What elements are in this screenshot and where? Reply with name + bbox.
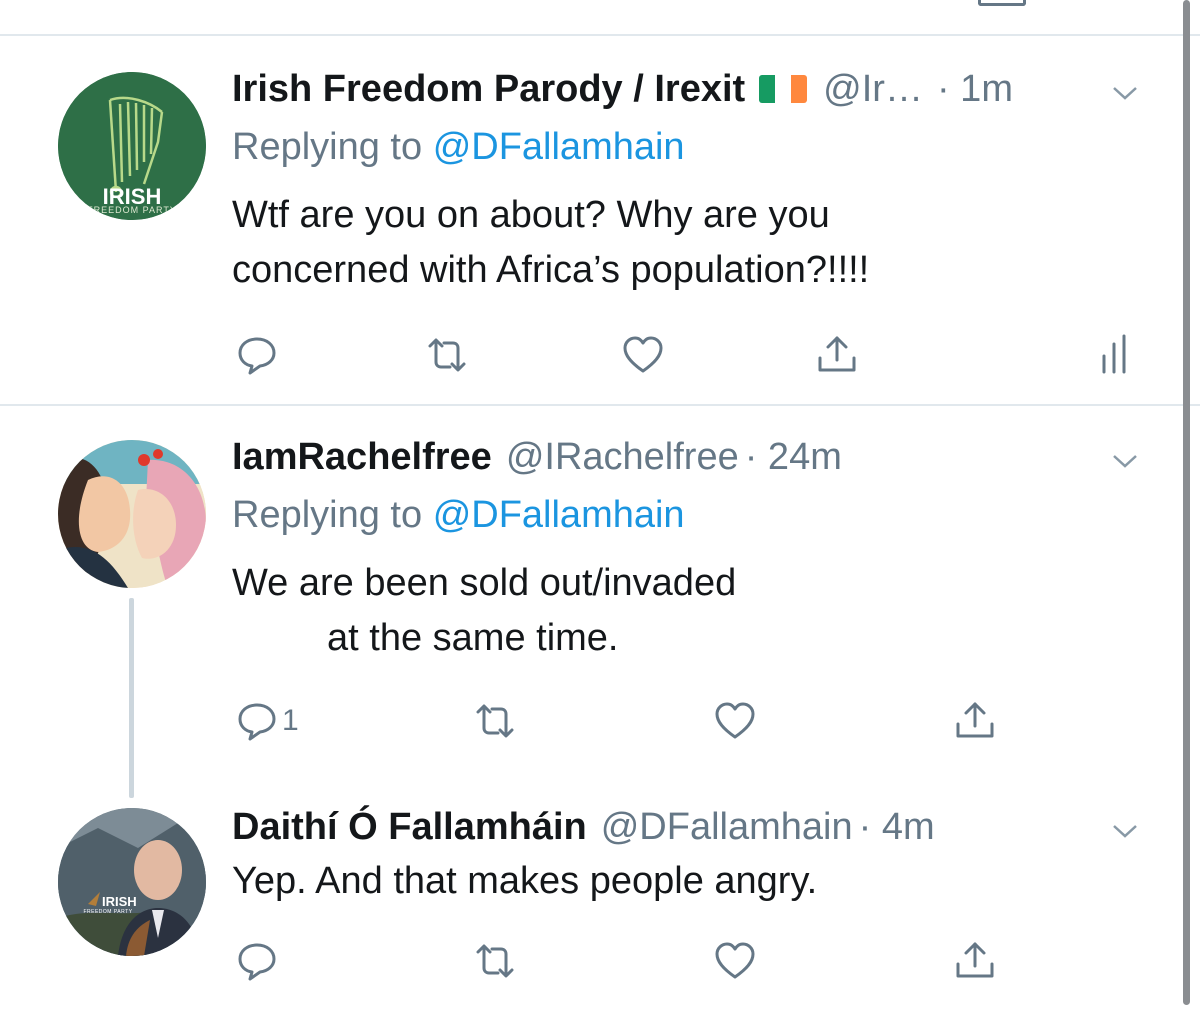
reply-button[interactable]: 1 [234,696,299,746]
heart-icon [715,942,755,979]
retweet-button[interactable] [472,936,518,986]
reply-button[interactable] [234,330,282,380]
share-button[interactable] [814,330,860,380]
timestamp[interactable]: · 1m [937,66,1013,112]
display-name[interactable]: Daithí Ó Fallamháin [232,804,587,850]
timestamp[interactable]: · 24m [745,434,842,480]
like-button[interactable] [712,936,758,986]
replying-to-label: Replying to [232,126,423,168]
avatar-logo-subtext: FREEDOM PARTY [83,909,133,915]
profile-photo-icon: IRISH [58,808,206,956]
chevron-down-icon[interactable] [1110,78,1140,108]
tweet-header: IamRachelfree @IRachelfree · 24m [232,434,1140,480]
reply-icon [238,703,276,741]
replying-to: Replying to @DFallamhain [232,124,1140,170]
avatar-logo-subtext: FREEDOM PARTY [87,205,177,215]
reply-icon [238,337,276,375]
handle[interactable]: @Ir… [823,66,923,112]
avatar[interactable] [58,440,206,588]
share-icon [956,702,994,738]
tweet-text: Wtf are you on about? Why are you concer… [232,194,870,291]
retweet-icon [476,944,514,978]
tweet-header: Daithí Ó Fallamháin @DFallamhain · 4m [232,804,1140,850]
share-button[interactable] [952,696,998,746]
tweet[interactable]: IRISH FREEDOM PARTY Irish Freedom Parody… [0,38,1200,404]
scrollbar[interactable] [1183,0,1190,1005]
like-button[interactable] [620,330,666,380]
share-icon [956,942,994,978]
previous-tweet-strip [0,0,1200,36]
tweet-content: Irish Freedom Parody / Irexit @Ir… · 1m … [232,66,1140,298]
display-name[interactable]: IamRachelfree [232,434,492,480]
chevron-down-icon[interactable] [1110,446,1140,476]
tweet[interactable]: IRISH FREEDOM PARTY Daithí Ó Fallamháin … [0,796,1200,1014]
flag-ireland-icon [759,75,808,103]
pop-art-avatar-icon [58,440,206,588]
avatar-logo-text: IRISH [102,894,137,909]
retweet-button[interactable] [472,696,518,746]
avatar[interactable]: IRISH FREEDOM PARTY [58,72,206,220]
tweet-text: We are been sold out/invaded at the same… [232,562,737,659]
analytics-icon [1102,334,1126,374]
share-icon [818,336,856,372]
reply-icon [238,943,276,981]
reply-count: 1 [282,704,299,737]
replying-to: Replying to @DFallamhain [232,492,1140,538]
tweet-content: Daithí Ó Fallamháin @DFallamhain · 4m Ye… [232,804,1140,909]
handle[interactable]: @IRachelfree [506,434,739,480]
share-icon[interactable] [978,0,1026,6]
harp-logo-icon: IRISH [58,72,206,220]
analytics-button[interactable] [1094,330,1140,380]
chevron-down-icon[interactable] [1110,816,1140,846]
like-button[interactable] [712,696,758,746]
mention-link[interactable]: @DFallamhain [433,126,685,168]
retweet-button[interactable] [424,330,470,380]
retweet-icon [428,338,466,372]
reply-button[interactable] [234,936,282,986]
tweet-header: Irish Freedom Parody / Irexit @Ir… · 1m [232,66,1140,112]
share-button[interactable] [952,936,998,986]
tweet[interactable]: IamRachelfree @IRachelfree · 24m Replyin… [0,406,1200,796]
heart-icon [623,336,663,373]
handle[interactable]: @DFallamhain [601,804,853,850]
retweet-icon [476,704,514,738]
tweet-text: Yep. And that makes people angry. [232,860,818,902]
heart-icon [715,702,755,739]
thread-connector [129,598,134,798]
mention-link[interactable]: @DFallamhain [433,494,685,536]
tweet-content: IamRachelfree @IRachelfree · 24m Replyin… [232,434,1140,666]
avatar[interactable]: IRISH FREEDOM PARTY [58,808,206,956]
display-name[interactable]: Irish Freedom Parody / Irexit [232,66,745,112]
replying-to-label: Replying to [232,494,423,536]
timestamp[interactable]: · 4m [859,804,935,850]
